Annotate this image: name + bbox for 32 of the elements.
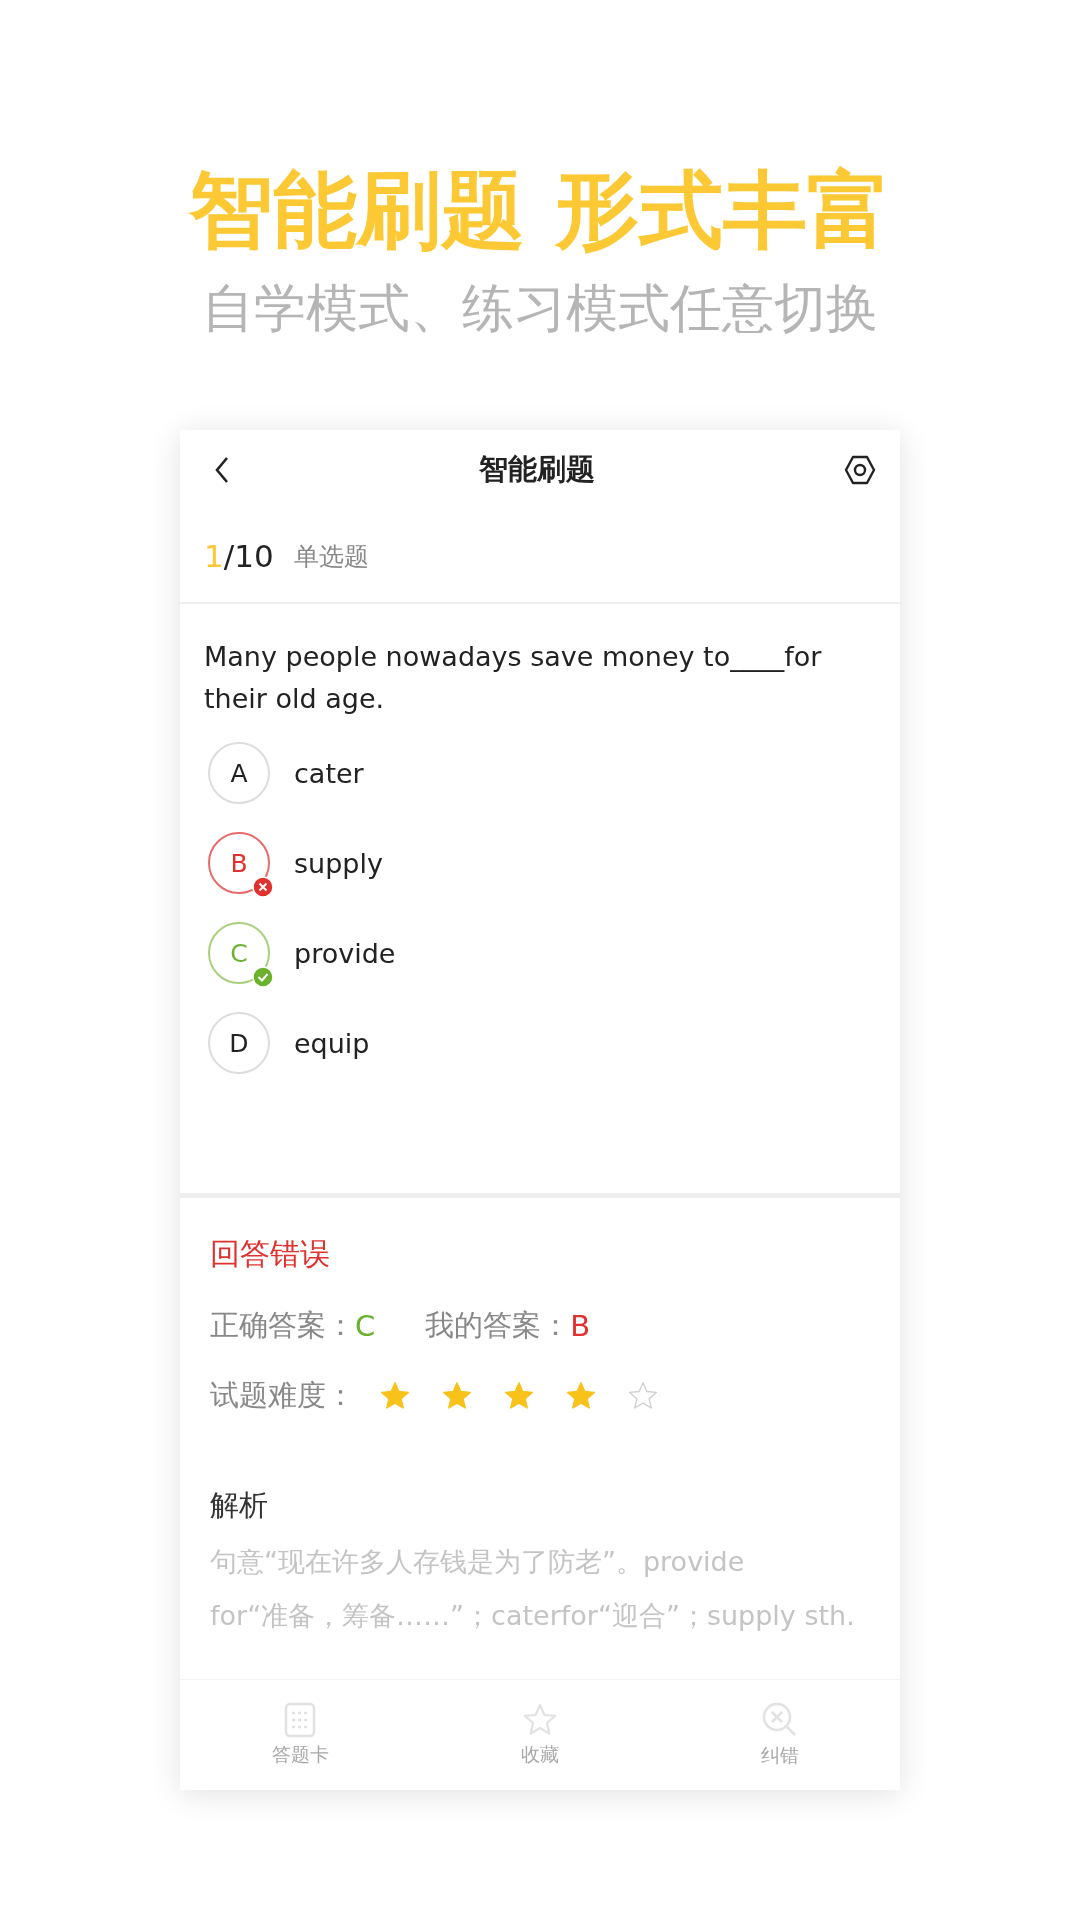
- wrong-icon: [252, 876, 274, 898]
- back-icon[interactable]: [214, 456, 230, 484]
- question-type: 单选题: [293, 540, 369, 573]
- answer-sheet-icon: [284, 1702, 316, 1738]
- analysis-title: 解析: [210, 1487, 269, 1524]
- option-letter[interactable]: A: [208, 742, 270, 804]
- correct-answer: C: [355, 1309, 376, 1343]
- star-icon: [521, 1702, 559, 1738]
- check-icon: [252, 966, 274, 988]
- star-icon: [627, 1380, 659, 1412]
- result-verdict: 回答错误: [210, 1235, 331, 1273]
- question-counter: 1/10: [204, 538, 274, 574]
- option-text[interactable]: provide: [294, 937, 396, 969]
- difficulty-label: 试题难度：: [210, 1377, 355, 1414]
- my-answer: B: [570, 1309, 591, 1343]
- option-text[interactable]: supply: [294, 847, 383, 879]
- option-text[interactable]: cater: [294, 757, 364, 789]
- star-icon: [379, 1380, 411, 1412]
- star-icon: [503, 1380, 535, 1412]
- question-text: Many people nowadays save money to____for their old age.: [204, 640, 823, 716]
- option-letter[interactable]: D: [208, 1012, 270, 1074]
- my-answer-label: 我的答案：: [425, 1307, 571, 1344]
- screen-title: 智能刷题: [479, 451, 595, 488]
- headline: 智能刷题 形式丰富: [189, 160, 891, 260]
- star-icon: [441, 1380, 473, 1412]
- analysis-text: 句意“现在许多人存钱是为了防老”。provide: [210, 1545, 746, 1579]
- option-text[interactable]: equip: [294, 1027, 370, 1059]
- settings-icon[interactable]: [844, 454, 876, 486]
- star-icon: [565, 1380, 597, 1412]
- subtitle: 自学模式、练习模式任意切换: [202, 277, 878, 340]
- correct-answer-label: 正确答案：: [210, 1307, 355, 1344]
- analysis-text: for“准备，筹备……”；caterfor“迎合”；supply sth.: [210, 1599, 856, 1633]
